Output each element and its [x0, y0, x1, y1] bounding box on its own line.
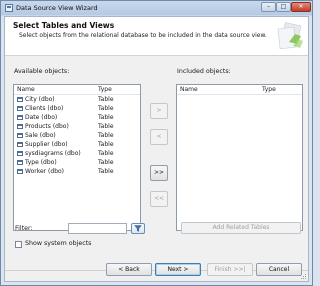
object-type: Table [98, 150, 114, 157]
title-bar[interactable]: Data Source View Wizard – □ ✕ [1, 1, 312, 15]
included-type-column-header[interactable]: Type [262, 85, 276, 94]
maximize-button[interactable]: □ [276, 2, 291, 12]
filter-label: Filter: [15, 225, 33, 232]
object-name: Clients (dbo) [25, 105, 64, 112]
back-button[interactable]: < Back [106, 263, 152, 276]
included-name-column-header[interactable]: Name [180, 85, 198, 94]
table-icon [17, 115, 23, 120]
available-objects-label: Available objects: [14, 68, 70, 75]
app-icon [5, 4, 13, 12]
object-name: Date (dbo) [25, 114, 58, 121]
list-item[interactable]: Date (dbo) Table [14, 113, 140, 122]
object-type: Table [98, 96, 114, 103]
object-name: Type (dbo) [25, 159, 57, 166]
resize-grip-icon[interactable] [301, 274, 307, 280]
add-all-objects-button[interactable]: >> [150, 165, 168, 181]
object-type: Table [98, 159, 114, 166]
show-system-objects-checkbox[interactable] [15, 241, 22, 248]
page-subtitle: Select objects from the relational datab… [19, 32, 267, 39]
object-name: City (dbo) [25, 96, 55, 103]
object-type: Table [98, 132, 114, 139]
add-object-button[interactable]: > [150, 103, 168, 119]
table-icon [17, 133, 23, 138]
table-icon [17, 106, 23, 111]
list-item[interactable]: sysdiagrams (dbo) Table [14, 149, 140, 158]
wizard-header: Select Tables and Views Select objects f… [5, 17, 308, 56]
object-name: sysdiagrams (dbo) [25, 150, 81, 157]
list-item[interactable]: Type (dbo) Table [14, 158, 140, 167]
wizard-body: Select Tables and Views Select objects f… [4, 16, 309, 282]
list-item[interactable]: Sale (dbo) Table [14, 131, 140, 140]
object-name: Supplier (dbo) [25, 141, 68, 148]
show-system-objects-label: Show system objects [25, 240, 92, 247]
list-item[interactable]: Worker (dbo) Table [14, 167, 140, 176]
object-type: Table [98, 123, 114, 130]
table-icon [17, 142, 23, 147]
available-type-column-header[interactable]: Type [98, 85, 112, 94]
object-name: Worker (dbo) [25, 168, 65, 175]
table-icon [17, 97, 23, 102]
list-item[interactable]: Supplier (dbo) Table [14, 140, 140, 149]
object-name: Sale (dbo) [25, 132, 56, 139]
close-button[interactable]: ✕ [291, 2, 311, 12]
add-related-tables-button[interactable]: Add Related Tables [181, 222, 301, 234]
included-objects-label: Included objects: [177, 68, 231, 75]
object-name: Products (dbo) [25, 123, 69, 130]
minimize-button[interactable]: – [261, 2, 276, 12]
available-objects-list[interactable]: Name Type City (dbo) Table Clients (dbo)… [13, 84, 141, 231]
header-divider [177, 94, 302, 95]
object-type: Table [98, 168, 114, 175]
page-title: Select Tables and Views [13, 21, 115, 30]
list-item[interactable]: Products (dbo) Table [14, 122, 140, 131]
next-button[interactable]: Next > [155, 263, 201, 276]
wizard-window: Data Source View Wizard – □ ✕ Select Tab… [0, 0, 313, 286]
object-type: Table [98, 105, 114, 112]
funnel-icon [134, 225, 142, 232]
finish-button[interactable]: Finish >>| [207, 263, 253, 276]
list-item[interactable]: City (dbo) Table [14, 95, 140, 104]
filter-input[interactable] [68, 223, 127, 234]
remove-all-objects-button[interactable]: << [150, 191, 168, 207]
list-item[interactable]: Clients (dbo) Table [14, 104, 140, 113]
wizard-graphic-icon [277, 22, 303, 50]
available-name-column-header[interactable]: Name [17, 85, 35, 94]
filter-button[interactable] [131, 223, 145, 234]
included-objects-list[interactable]: Name Type [176, 84, 303, 231]
object-type: Table [98, 114, 114, 121]
object-type: Table [98, 141, 114, 148]
table-icon [17, 169, 23, 174]
remove-object-button[interactable]: < [150, 129, 168, 145]
table-icon [17, 151, 23, 156]
window-title: Data Source View Wizard [16, 4, 98, 12]
table-icon [17, 160, 23, 165]
cancel-button[interactable]: Cancel [256, 263, 302, 276]
table-icon [17, 124, 23, 129]
